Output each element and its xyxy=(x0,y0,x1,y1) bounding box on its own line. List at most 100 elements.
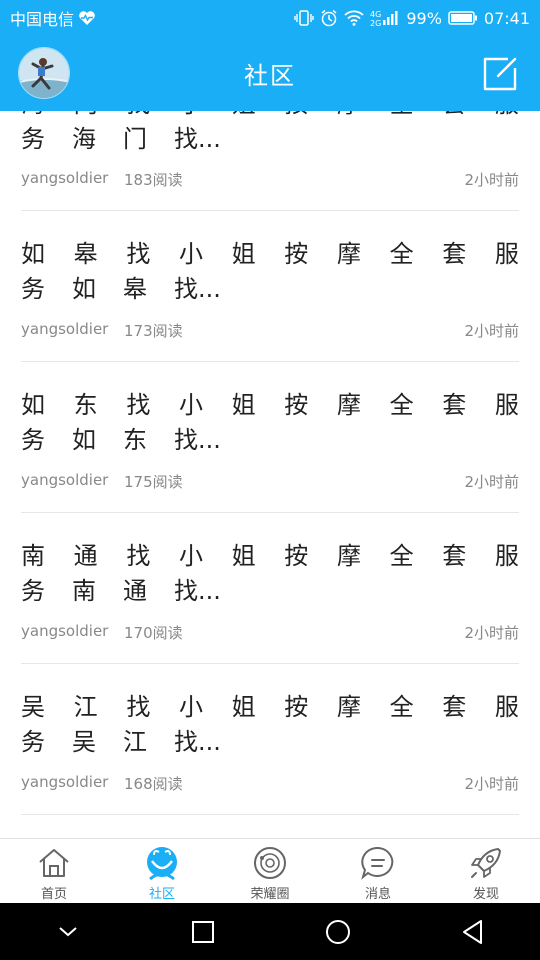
community-icon xyxy=(147,847,177,881)
title-char: 东 xyxy=(73,391,98,419)
compose-button[interactable] xyxy=(482,56,518,92)
home-icon xyxy=(39,849,69,877)
title-char: 务 xyxy=(21,275,45,303)
title-char: 务 xyxy=(21,125,45,153)
title-char: 小 xyxy=(179,111,203,122)
compose-icon xyxy=(483,57,517,91)
post-title: 南通找小姐按摩全套服务南通找... xyxy=(21,539,519,609)
title-char: 皋 xyxy=(123,275,147,303)
chevron-down-icon xyxy=(58,926,77,936)
carrier-label: 中国电信 xyxy=(10,10,75,29)
title-char: 全 xyxy=(389,693,414,721)
title-char: 找... xyxy=(174,275,221,303)
title-char: 南 xyxy=(21,542,45,570)
page-title: 社区 xyxy=(244,62,296,90)
title-char: 找... xyxy=(174,426,221,454)
title-char: 东 xyxy=(123,426,147,454)
title-char: 通 xyxy=(73,542,98,570)
title-char: 按 xyxy=(284,391,309,419)
title-char: 服 xyxy=(494,693,519,721)
alarm-icon xyxy=(320,9,338,27)
post-time: 2小时前 xyxy=(464,624,519,642)
post-title: 如东找小姐按摩全套服务如东找... xyxy=(21,388,519,458)
clock-time: 07:41 xyxy=(483,8,530,28)
collapse-button[interactable] xyxy=(38,903,98,960)
status-bar: 中国电信 4G 2G 99% 07:41 xyxy=(0,0,540,36)
svg-text:2G: 2G xyxy=(370,19,381,27)
post-item[interactable]: 吴江找小姐按摩全套服务吴江找... yangsoldier 168阅读 2小时前 xyxy=(21,664,519,815)
post-item[interactable]: 如东找小姐按摩全套服务如东找... yangsoldier 175阅读 2小时前 xyxy=(21,362,519,513)
title-char: 门 xyxy=(74,111,98,122)
title-char: 如 xyxy=(21,240,45,268)
title-char: 姐 xyxy=(232,111,256,122)
title-char: 找... xyxy=(174,577,221,605)
title-char: 如 xyxy=(21,391,45,419)
title-char: 皋 xyxy=(73,240,98,268)
title-char: 服 xyxy=(494,240,519,268)
read-count: 183阅读 xyxy=(124,171,183,189)
title-char: 全 xyxy=(389,240,414,268)
svg-text:4G: 4G xyxy=(370,10,381,19)
title-char: 找... xyxy=(174,125,221,153)
title-char: 摩 xyxy=(336,391,361,419)
post-item[interactable]: 南通找小姐按摩全套服务南通找... yangsoldier 170阅读 2小时前 xyxy=(21,513,519,664)
tab-home[interactable]: 首页 xyxy=(0,839,108,903)
back-triangle-icon xyxy=(462,919,482,944)
tab-discover[interactable]: 发现 xyxy=(432,839,540,903)
back-button[interactable] xyxy=(443,903,503,960)
title-char: 小 xyxy=(178,391,203,419)
post-time: 2小时前 xyxy=(464,171,519,189)
title-char: 套 xyxy=(442,111,466,122)
heart-pulse-icon xyxy=(78,10,96,26)
message-icon xyxy=(361,846,394,880)
title-char: 找 xyxy=(126,111,150,122)
signal-icon: 4G 2G xyxy=(370,9,400,27)
battery-percent: 99% xyxy=(406,8,442,28)
post-meta: yangsoldier 173阅读 2小时前 xyxy=(21,320,519,341)
title-char: 江 xyxy=(73,693,98,721)
tab-community[interactable]: 社区 xyxy=(108,839,216,903)
title-char: 摩 xyxy=(337,111,361,122)
post-title: 如皋找小姐按摩全套服务如皋找... xyxy=(21,237,519,307)
title-char: 找 xyxy=(126,391,151,419)
title-char: 务 xyxy=(21,728,45,756)
title-char: 按 xyxy=(284,693,309,721)
title-char: 姐 xyxy=(231,240,256,268)
read-count: 170阅读 xyxy=(124,624,183,642)
title-char: 按 xyxy=(284,240,309,268)
title-char: 姐 xyxy=(231,542,256,570)
title-char: 套 xyxy=(442,240,467,268)
avatar[interactable] xyxy=(18,47,70,99)
title-char: 套 xyxy=(442,391,467,419)
post-author: yangsoldier xyxy=(21,169,109,187)
title-char: 江 xyxy=(123,728,147,756)
title-char: 找... xyxy=(174,728,221,756)
title-char: 摩 xyxy=(336,693,361,721)
tab-label: 社区 xyxy=(148,887,175,902)
tab-label: 消息 xyxy=(364,887,391,902)
post-time: 2小时前 xyxy=(464,473,519,491)
title-char: 套 xyxy=(442,693,467,721)
battery-icon xyxy=(448,10,478,26)
read-count: 173阅读 xyxy=(124,322,183,340)
title-char: 找 xyxy=(126,542,151,570)
post-list[interactable]: 海门找小姐按摩全套服务海门找...yangsoldier183阅读2小时前如皋找… xyxy=(0,111,540,838)
circle-icon xyxy=(325,919,350,944)
post-title: 海门找小姐按摩全套服务海门找... xyxy=(21,111,519,157)
post-author: yangsoldier xyxy=(21,471,109,489)
title-char: 姐 xyxy=(231,693,256,721)
post-item[interactable]: 如皋找小姐按摩全套服务如皋找... yangsoldier 173阅读 2小时前 xyxy=(21,211,519,362)
recents-button[interactable] xyxy=(173,903,233,960)
wifi-icon xyxy=(344,10,364,26)
tab-messages[interactable]: 消息 xyxy=(324,839,432,903)
vibrate-icon xyxy=(294,10,315,26)
post-item[interactable]: 海门找小姐按摩全套服务海门找...yangsoldier183阅读2小时前 xyxy=(21,111,519,211)
post-meta: yangsoldier 175阅读 2小时前 xyxy=(21,471,519,492)
title-char: 全 xyxy=(389,391,414,419)
tab-honor-circle[interactable]: 荣耀圈 xyxy=(216,839,324,903)
title-char: 通 xyxy=(123,577,147,605)
home-nav-button[interactable] xyxy=(308,903,368,960)
title-char: 南 xyxy=(72,577,96,605)
bottom-tab-bar: 首页 社区 荣耀圈 消息 发现 xyxy=(0,838,540,903)
title-char: 姐 xyxy=(231,391,256,419)
